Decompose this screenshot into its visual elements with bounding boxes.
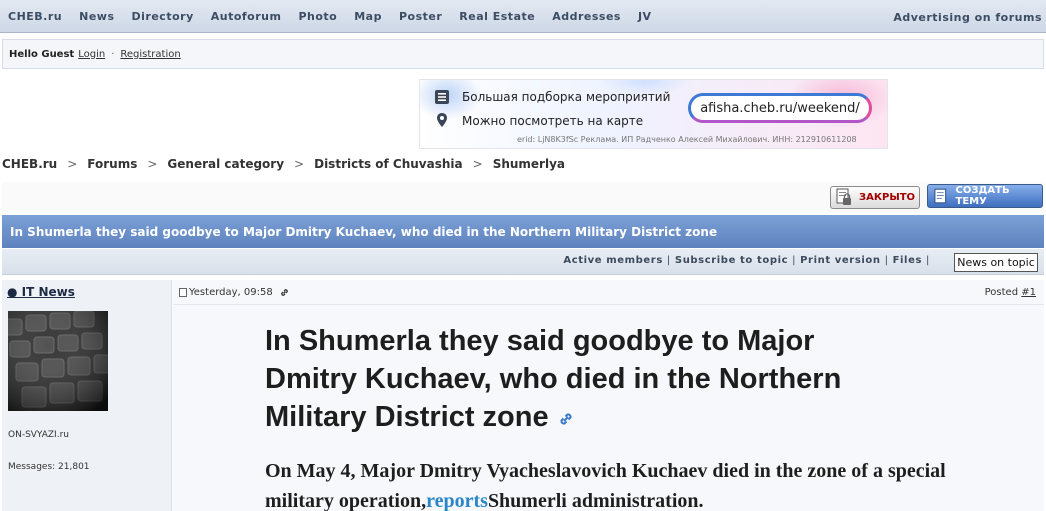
list-icon bbox=[435, 90, 449, 104]
document-icon bbox=[179, 288, 187, 297]
ad-banner[interactable]: Большая подборка мероприятий Можно посмо… bbox=[419, 79, 888, 149]
post-body: Yesterday, 09:58 Posted #1 In Shumerla t… bbox=[173, 280, 1044, 511]
forum-post: ● IT News ON-SVYAZI.ru Messages: 21,801 … bbox=[2, 280, 1044, 511]
topic-options: Active members | Subscribe to topic | Print … bbox=[563, 255, 934, 266]
new-document-icon bbox=[934, 188, 947, 203]
nav-item-photo[interactable]: Photo bbox=[298, 10, 337, 23]
files-link[interactable]: Files bbox=[893, 255, 922, 266]
article-lead-source: Shumerli administration. bbox=[487, 490, 704, 511]
breadcrumb-item-shumerlya[interactable]: Shumerlya bbox=[493, 157, 565, 171]
nav-item-real-estate[interactable]: Real Estate bbox=[459, 10, 535, 23]
closed-button[interactable]: ЗАКРЫТО bbox=[830, 186, 920, 209]
topic-options-bar: Active members | Subscribe to topic | Print … bbox=[2, 249, 1044, 275]
nav-item-addresses[interactable]: Addresses bbox=[552, 10, 621, 23]
active-members-link[interactable]: Active members bbox=[563, 255, 663, 266]
nav-item-map[interactable]: Map bbox=[354, 10, 382, 23]
nav-advertising-link[interactable]: Advertising on forums bbox=[893, 11, 1042, 24]
login-link[interactable]: Login bbox=[78, 49, 105, 60]
options-separator: | bbox=[666, 255, 671, 266]
lock-document-icon bbox=[836, 188, 851, 205]
nav-item-poster[interactable]: Poster bbox=[399, 10, 442, 23]
breadcrumb-separator: > bbox=[147, 157, 158, 171]
breadcrumb-item-cheb[interactable]: CHEB.ru bbox=[2, 157, 57, 171]
userbar-separator: · bbox=[111, 48, 115, 60]
top-navigation: CHEB.ru News Directory Autoforum Photo M… bbox=[0, 0, 1046, 33]
post-author-panel: ● IT News ON-SVYAZI.ru Messages: 21,801 bbox=[2, 280, 172, 511]
breadcrumb-separator: > bbox=[67, 157, 78, 171]
article-headline: In Shumerla they said goodbye to Major D… bbox=[265, 322, 885, 436]
map-pin-icon bbox=[437, 113, 447, 127]
posted-label: Posted bbox=[984, 287, 1019, 298]
banner-line-1: Большая подборка мероприятий bbox=[462, 90, 671, 104]
article-headline-text: In Shumerla they said goodbye to Major D… bbox=[265, 325, 842, 433]
options-separator: | bbox=[926, 255, 930, 266]
subscribe-link[interactable]: Subscribe to topic bbox=[675, 255, 788, 266]
closed-button-label: ЗАКРЫТО bbox=[859, 192, 916, 203]
post-number-link[interactable]: #1 bbox=[1021, 287, 1036, 298]
avatar bbox=[8, 311, 108, 411]
headline-link-icon[interactable] bbox=[557, 410, 575, 428]
topic-buttons-row: ЗАКРЫТО СОЗДАТЬ ТЕМУ bbox=[2, 182, 1044, 212]
post-number: Posted #1 bbox=[985, 287, 1036, 298]
nav-item-directory[interactable]: Directory bbox=[132, 10, 194, 23]
author-message-count: Messages: 21,801 bbox=[8, 462, 90, 472]
create-topic-label: СОЗДАТЬ ТЕМУ bbox=[955, 185, 1010, 207]
breadcrumb-item-districts[interactable]: Districts of Chuvashia bbox=[314, 157, 463, 171]
news-on-topic-button[interactable]: News on topic bbox=[954, 253, 1038, 272]
nav-item-jv[interactable]: JV bbox=[638, 10, 652, 23]
reports-link[interactable]: reports bbox=[426, 490, 488, 511]
print-version-link[interactable]: Print version bbox=[800, 255, 880, 266]
breadcrumb-item-forums[interactable]: Forums bbox=[87, 157, 137, 171]
author-site: ON-SVYAZI.ru bbox=[8, 430, 69, 440]
post-date: Yesterday, 09:58 bbox=[179, 287, 290, 298]
breadcrumb-separator: > bbox=[472, 157, 483, 171]
topic-title: In Shumerla they said goodbye to Major D… bbox=[10, 224, 718, 239]
article-lead: On May 4, Major Dmitry Vyacheslavovich K… bbox=[265, 456, 985, 511]
greeting-text: Hello Guest bbox=[9, 48, 75, 60]
banner-line-2: Можно посмотреть на карте bbox=[462, 114, 644, 128]
post-author-name[interactable]: ● IT News bbox=[7, 285, 75, 299]
keyboard-avatar-image bbox=[8, 311, 108, 411]
nav-item-news[interactable]: News bbox=[79, 10, 114, 23]
options-separator: | bbox=[884, 255, 889, 266]
user-bar: Hello Guest Login · Registration bbox=[2, 39, 1044, 69]
topic-title-bar: In Shumerla they said goodbye to Major D… bbox=[2, 215, 1044, 248]
post-header: Yesterday, 09:58 Posted #1 bbox=[173, 280, 1044, 305]
breadcrumb-separator: > bbox=[294, 157, 305, 171]
permalink-icon[interactable] bbox=[279, 287, 290, 298]
create-topic-button[interactable]: СОЗДАТЬ ТЕМУ bbox=[927, 184, 1043, 208]
nav-item-autoforum[interactable]: Autoforum bbox=[211, 10, 282, 23]
breadcrumb-item-general[interactable]: General category bbox=[167, 157, 284, 171]
breadcrumb: CHEB.ru > Forums > General category > Di… bbox=[2, 156, 565, 172]
banner-erid-text: erid: LjN8K3fSc Реклама. ИП Радченко Але… bbox=[517, 135, 857, 144]
registration-link[interactable]: Registration bbox=[120, 49, 180, 60]
nav-item-cheb[interactable]: CHEB.ru bbox=[8, 10, 62, 23]
post-date-text: Yesterday, 09:58 bbox=[189, 287, 273, 298]
options-separator: | bbox=[792, 255, 797, 266]
banner-url-pill[interactable]: afisha.cheb.ru/weekend/ bbox=[688, 93, 872, 123]
